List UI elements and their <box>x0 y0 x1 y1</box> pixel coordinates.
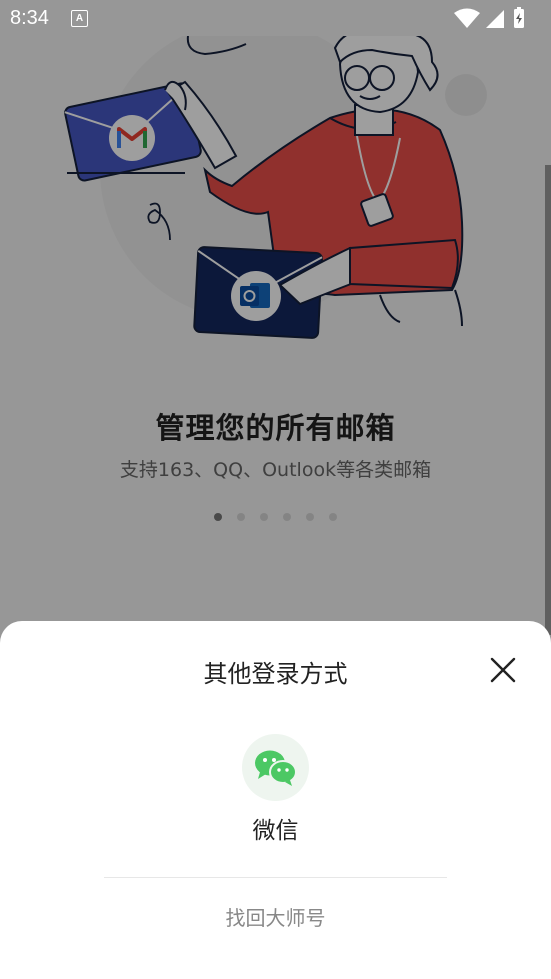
recover-account-link[interactable]: 找回大师号 <box>0 902 551 931</box>
divider <box>104 877 447 878</box>
wifi-icon <box>454 8 480 28</box>
close-button[interactable] <box>489 656 517 684</box>
battery-charging-icon <box>514 7 524 28</box>
other-login-sheet: 其他登录方式 微信 找回大师号 <box>0 621 551 979</box>
sheet-title: 其他登录方式 <box>203 660 348 688</box>
cellular-signal-icon <box>486 10 504 28</box>
status-bar: 8:34 A <box>0 0 551 36</box>
wechat-login-button[interactable] <box>242 734 309 801</box>
scrollbar <box>545 165 551 635</box>
status-time: 8:34 <box>10 7 49 29</box>
close-icon <box>490 657 516 683</box>
wechat-login-label: 微信 <box>252 818 299 844</box>
onboarding-screen: 8:34 A 管理您的所有邮箱 支持163、QQ、Outlook等各类邮箱 其他… <box>0 0 551 979</box>
wechat-icon <box>255 750 297 786</box>
notification-icon: A <box>71 10 88 27</box>
status-icons <box>454 7 524 28</box>
